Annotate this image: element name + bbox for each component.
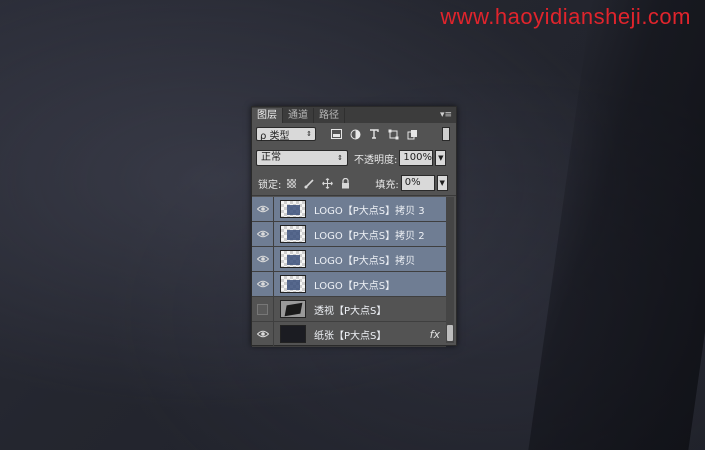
visibility-toggle[interactable] bbox=[252, 322, 274, 346]
layer-row[interactable]: LOGO【P大点S】 bbox=[252, 272, 446, 297]
lock-image-pixels-icon[interactable] bbox=[303, 177, 315, 189]
visibility-toggle[interactable] bbox=[252, 197, 274, 221]
tab-channels[interactable]: 通道 bbox=[283, 108, 314, 123]
shape-filter-icon[interactable] bbox=[387, 128, 399, 140]
lock-label: 锁定: bbox=[258, 179, 282, 191]
visibility-toggle[interactable] bbox=[252, 272, 274, 296]
layer-row[interactable]: 透视【P大点S】 bbox=[252, 297, 446, 322]
layer-name: LOGO【P大点S】拷贝 bbox=[314, 255, 416, 267]
watermark: www.haoyidiansheji.com bbox=[440, 4, 691, 29]
blend-row: 正常 ⇕ 不透明度: 100% ▼ bbox=[256, 149, 452, 167]
layer-list: LOGO【P大点S】拷贝 3 LOGO【P大点S】拷贝 2 LOGO【P大点S】… bbox=[252, 197, 446, 347]
eye-icon bbox=[256, 205, 269, 213]
layer-name: LOGO【P大点S】 bbox=[314, 280, 396, 292]
filter-row: ρ 类型 ⇕ bbox=[256, 126, 452, 142]
updown-arrow-icon: ⇕ bbox=[337, 154, 343, 162]
layer-name: LOGO【P大点S】拷贝 3 bbox=[314, 205, 425, 217]
visibility-toggle[interactable] bbox=[252, 297, 274, 321]
eye-icon bbox=[256, 255, 269, 263]
panel-menu-icon[interactable]: ▾≡ bbox=[440, 110, 452, 120]
layer-thumbnail bbox=[280, 325, 306, 343]
smart-object-filter-icon[interactable] bbox=[406, 128, 418, 140]
lock-all-icon[interactable] bbox=[339, 177, 351, 189]
eye-icon bbox=[256, 280, 269, 288]
fx-icon[interactable]: fx bbox=[430, 328, 440, 341]
fill-label: 填充: bbox=[375, 179, 399, 191]
opacity-input[interactable]: 100% bbox=[399, 150, 434, 166]
layer-name: LOGO【P大点S】拷贝 2 bbox=[314, 230, 425, 242]
lock-transparent-pixels-icon[interactable] bbox=[285, 177, 297, 189]
layer-thumbnail bbox=[280, 250, 306, 268]
fill-input[interactable]: 0% bbox=[400, 175, 435, 191]
opacity-dropdown-icon[interactable]: ▼ bbox=[435, 150, 447, 166]
layer-thumbnail bbox=[280, 225, 306, 243]
filter-type-select[interactable]: ρ 类型 ⇕ bbox=[256, 127, 316, 142]
filter-toggle-switch[interactable] bbox=[442, 127, 450, 141]
background-shadow-fold bbox=[528, 0, 705, 450]
filter-icons bbox=[330, 128, 418, 140]
blend-mode-value: 正常 bbox=[261, 152, 281, 163]
layers-panel: 图层 通道 路径 ▾≡ ρ 类型 ⇕ 正常 ⇕ 不透明度: 100% ▼ 锁定:… bbox=[251, 106, 457, 347]
layer-thumbnail bbox=[280, 275, 306, 293]
divider bbox=[252, 195, 456, 196]
layer-row[interactable]: 纸张【P大点S】 fx bbox=[252, 322, 446, 347]
layer-row[interactable]: LOGO【P大点S】拷贝 bbox=[252, 247, 446, 272]
hidden-visibility-box bbox=[257, 303, 268, 315]
blend-mode-select[interactable]: 正常 ⇕ bbox=[256, 150, 348, 166]
layer-thumbnail bbox=[280, 300, 306, 318]
layer-name: 透视【P大点S】 bbox=[314, 305, 387, 317]
fill-dropdown-icon[interactable]: ▼ bbox=[436, 175, 448, 191]
type-filter-icon[interactable] bbox=[368, 128, 380, 140]
visibility-toggle[interactable] bbox=[252, 247, 274, 271]
layer-thumbnail bbox=[280, 200, 306, 218]
updown-arrow-icon: ⇕ bbox=[306, 130, 312, 138]
layer-row[interactable]: LOGO【P大点S】拷贝 2 bbox=[252, 222, 446, 247]
layer-scrollbar[interactable] bbox=[446, 197, 454, 343]
adjustment-filter-icon[interactable] bbox=[349, 128, 361, 140]
image-filter-icon[interactable] bbox=[330, 128, 342, 140]
lock-position-icon[interactable] bbox=[321, 177, 333, 189]
tab-paths[interactable]: 路径 bbox=[314, 108, 345, 123]
eye-icon bbox=[256, 330, 269, 338]
opacity-label: 不透明度: bbox=[354, 154, 398, 166]
lock-icons bbox=[285, 177, 351, 189]
eye-icon bbox=[256, 230, 269, 238]
layer-name: 纸张【P大点S】 bbox=[314, 330, 387, 342]
panel-tabs: 图层 通道 路径 ▾≡ bbox=[252, 107, 456, 123]
scrollbar-thumb[interactable] bbox=[447, 325, 453, 341]
visibility-toggle[interactable] bbox=[252, 222, 274, 246]
lock-row: 锁定: 填充: 0% ▼ bbox=[256, 174, 452, 192]
layer-row[interactable]: LOGO【P大点S】拷贝 3 bbox=[252, 197, 446, 222]
filter-type-label: ρ 类型 bbox=[260, 130, 290, 142]
tab-layers[interactable]: 图层 bbox=[252, 108, 283, 123]
